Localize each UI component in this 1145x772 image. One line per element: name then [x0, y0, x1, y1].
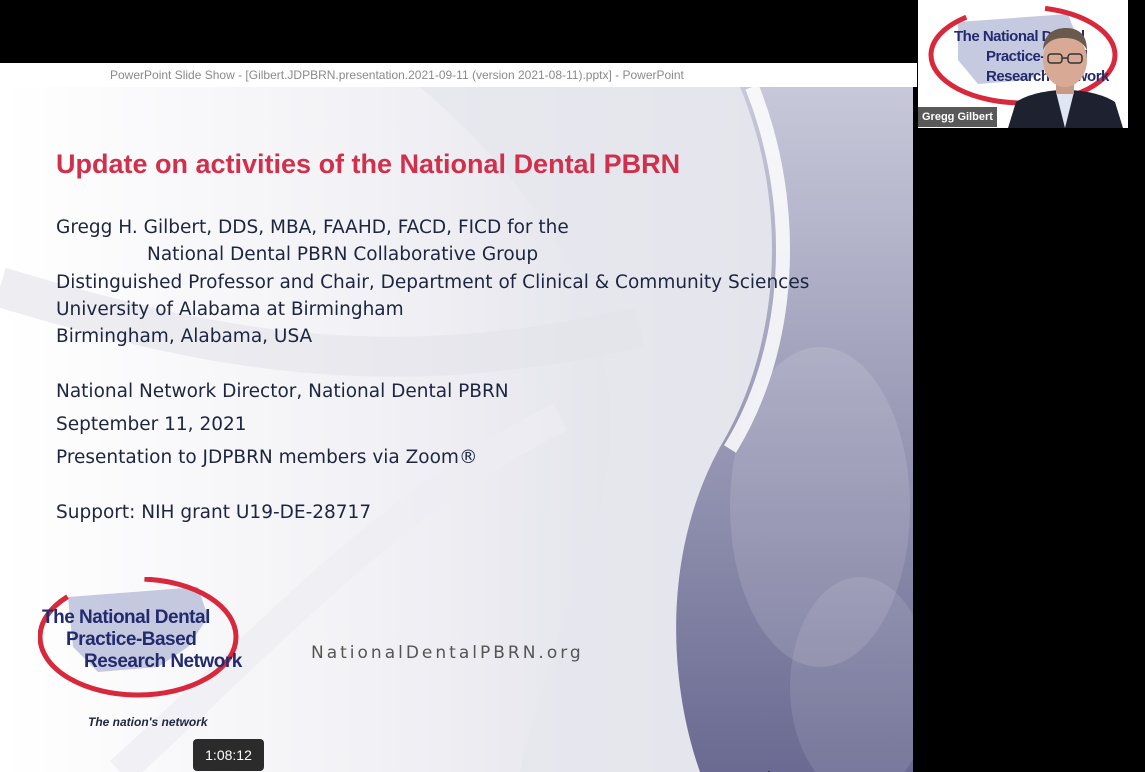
slide: Update on activities of the National Den…	[0, 87, 913, 772]
logo-line1: The National Dental	[42, 607, 210, 628]
logo-line3: Research Network	[84, 651, 242, 672]
support-line: Support: NIH grant U19-DE-28717	[56, 502, 372, 523]
location-line: Birmingham, Alabama, USA	[56, 326, 313, 347]
presentation-line: Presentation to JDPBRN members via Zoom®	[56, 447, 478, 468]
participant-name-label: Gregg Gilbert	[918, 107, 997, 127]
logo-line2: Practice-Based	[66, 629, 197, 650]
title-line: Distinguished Professor and Chair, Depar…	[56, 272, 810, 293]
slide-title: Update on activities of the National Den…	[56, 149, 681, 179]
university-line: University of Alabama at Birmingham	[56, 299, 404, 320]
recording-timer: 1:08:12	[193, 739, 264, 771]
window-title: PowerPoint Slide Show - [Gilbert.JDPBRN.…	[110, 68, 684, 82]
director-line: National Network Director, National Dent…	[56, 381, 509, 402]
window-title-bar: PowerPoint Slide Show - [Gilbert.JDPBRN.…	[0, 63, 917, 87]
network-logo: The National Dental Practice-Based Resea…	[38, 577, 248, 737]
participant-avatar	[1008, 28, 1123, 128]
logo-tagline: The nation's network	[88, 715, 208, 729]
presenter-line: Gregg H. Gilbert, DDS, MBA, FAAHD, FACD,…	[56, 217, 569, 238]
date-line: September 11, 2021	[56, 414, 247, 435]
website-url: NationalDentalPBRN.org	[311, 643, 584, 663]
participant-video[interactable]: The National Dental Practice-Based Resea…	[918, 0, 1128, 128]
collaborative-group-line: National Dental PBRN Collaborative Group	[147, 244, 539, 265]
